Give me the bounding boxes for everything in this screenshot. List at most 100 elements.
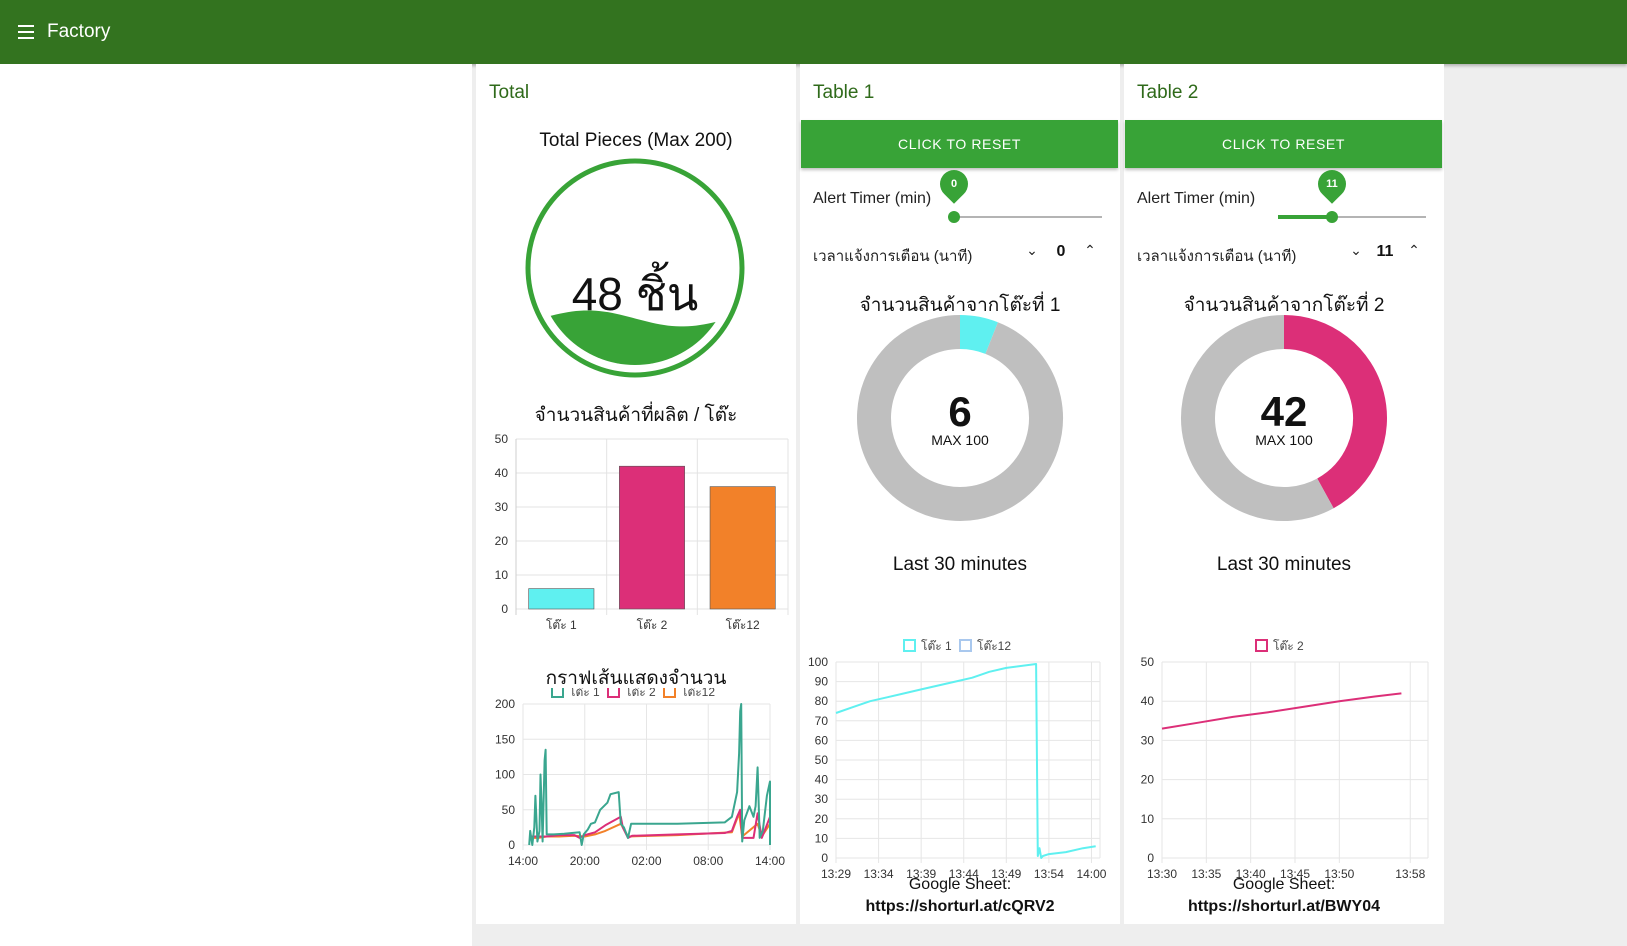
x-tick-label: 20:00 (570, 854, 600, 868)
y-tick-label: 40 (815, 773, 829, 787)
y-tick-label: 70 (815, 714, 829, 728)
donut-value: 6 (948, 388, 972, 435)
total-line-chart: โต๊ะ 1 โต๊ะ 2 โต๊ะ12 0 50 100 150 200 14:00 20:00… (495, 688, 785, 868)
legend-swatch (663, 688, 676, 698)
y-tick-label: 60 (815, 733, 829, 747)
y-tick-label: 10 (815, 831, 829, 845)
line-title-table1: Last 30 minutes (892, 554, 1028, 575)
reset-button-table2[interactable]: CLICK TO RESET (1125, 120, 1442, 168)
google-sheet-link-table2[interactable]: https://shorturl.at/BWY04 (1124, 898, 1444, 916)
legend-label: โต๊ะ 1 (569, 688, 600, 699)
left-blank-area (0, 64, 472, 946)
group-table1: Table 1 CLICK TO RESET Alert Timer (min)… (800, 64, 1120, 924)
y-tick-label: 150 (495, 732, 515, 746)
total-gauge: 48 ชิ้น (525, 158, 745, 378)
x-tick-label: โต๊ะ 1 (546, 618, 577, 632)
group-title-total: Total (489, 82, 530, 103)
y-tick-label: 90 (815, 675, 829, 689)
group-title-table2: Table 2 (1137, 82, 1199, 103)
x-tick-label: 08:00 (693, 854, 723, 868)
google-sheet-label-table2: Google Sheet: (1232, 876, 1336, 893)
y-tick-label: 50 (502, 803, 516, 817)
decrement-chevron-down-icon[interactable]: ⌄ (1022, 242, 1042, 259)
group-total: Total Total Pieces (Max 200) 48 ชิ้น จำน… (476, 64, 796, 924)
y-tick-label: 0 (1147, 851, 1154, 865)
slider-fill (1278, 215, 1333, 219)
slider-value-pin: 0 (934, 164, 974, 204)
increment-chevron-up-icon[interactable]: ⌃ (1404, 242, 1424, 259)
numeric-value-table1: 0 (1056, 243, 1066, 260)
y-tick-label: 50 (1141, 655, 1155, 669)
x-tick-label: โต๊ะ 2 (637, 618, 668, 632)
bar (619, 465, 685, 610)
legend-swatch (607, 688, 620, 698)
y-tick-label: 50 (815, 753, 829, 767)
y-tick-label: 100 (495, 768, 515, 782)
y-tick-label: 10 (495, 568, 509, 582)
bar-chart-title: จำนวนสินค้าที่ผลิต / โต๊ะ (534, 405, 738, 426)
total-bar-chart: 0 10 20 30 40 50 โต๊ะ 1 โต๊ะ 2 โต๊ะ12 (495, 432, 789, 632)
y-tick-label: 0 (501, 602, 508, 616)
slider-label-table2: Alert Timer (min) (1137, 190, 1256, 207)
line-chart-table2: โต๊ะ 20102030405013:30 13:35 13:40 13:45 13:… (1141, 639, 1429, 881)
hamburger-menu-icon[interactable] (16, 22, 38, 42)
y-tick-label: 200 (495, 697, 515, 711)
line-chart-table1: โต๊ะ 1 โต๊ะ12010203040506070809010013:29 1… (808, 639, 1107, 881)
slider-thumb (948, 211, 960, 223)
y-tick-label: 30 (815, 792, 829, 806)
donut-value: 42 (1260, 388, 1308, 435)
app-title: Factory (47, 21, 111, 42)
slider-value-pin: 11 (1312, 164, 1353, 204)
gauge-value-text: 48 ชิ้น (572, 261, 699, 320)
y-tick-label: 40 (1141, 694, 1155, 708)
bar (528, 588, 595, 610)
bar (709, 486, 776, 610)
decrement-chevron-down-icon[interactable]: ⌄ (1346, 242, 1366, 259)
reset-button-table1[interactable]: CLICK TO RESET (801, 120, 1118, 168)
legend-swatch (1255, 639, 1268, 652)
group-title-table1: Table 1 (813, 82, 875, 103)
gauge-title: Total Pieces (Max 200) (539, 130, 733, 151)
increment-chevron-up-icon[interactable]: ⌃ (1080, 242, 1100, 259)
numeric-value-table2: 11 (1376, 243, 1394, 260)
series-line (1161, 692, 1402, 730)
y-tick-label: 0 (821, 851, 828, 865)
y-tick-label: 10 (1141, 812, 1155, 826)
legend-swatch (551, 688, 564, 698)
x-tick-label: 14:00 (508, 854, 538, 868)
top-app-bar: Factory (0, 0, 1627, 64)
x-tick-label: 14:00 (755, 854, 785, 868)
y-tick-label: 20 (1141, 773, 1155, 787)
alert-timer-slider-table2[interactable]: 11 (1278, 164, 1426, 230)
donut-center-table1: 6 MAX 100 (800, 388, 1120, 448)
google-sheet-link-table1[interactable]: https://shorturl.at/cQRV2 (800, 898, 1120, 916)
donut-center-table2: 42 MAX 100 (1124, 388, 1444, 448)
legend-label: โต๊ะ12 (977, 639, 1011, 653)
legend-label: โต๊ะ 2 (1273, 639, 1304, 653)
alert-timer-slider-table1[interactable]: 0 (934, 164, 1102, 230)
numeric-label-table2: เวลาแจ้งการเตือน (นาที) (1137, 248, 1297, 265)
x-tick-label: 02:00 (631, 854, 661, 868)
google-sheet-label-table1: Google Sheet: (908, 876, 1012, 893)
y-tick-label: 0 (508, 838, 515, 852)
y-tick-label: 20 (815, 812, 829, 826)
slider-thumb (1326, 211, 1339, 223)
slider-label-table1: Alert Timer (min) (813, 190, 932, 207)
line-title-table2: Last 30 minutes (1216, 554, 1352, 575)
legend-label: โต๊ะ12 (681, 688, 715, 699)
y-tick-label: 20 (495, 534, 509, 548)
legend-label: โต๊ะ 1 (921, 639, 952, 653)
y-tick-label: 30 (495, 500, 509, 514)
legend-label: โต๊ะ 2 (625, 688, 656, 699)
numeric-label-table1: เวลาแจ้งการเตือน (นาที) (813, 248, 973, 265)
y-tick-label: 100 (808, 655, 828, 669)
x-tick-label: โต๊ะ12 (726, 618, 760, 632)
donut-max-label: MAX 100 (931, 432, 989, 448)
y-tick-label: 30 (1141, 733, 1155, 747)
legend-swatch (903, 639, 916, 652)
series-line (835, 663, 1096, 859)
y-tick-label: 50 (495, 432, 509, 446)
donut-slice (959, 315, 998, 355)
y-tick-label: 40 (495, 466, 509, 480)
y-tick-label: 80 (815, 694, 829, 708)
